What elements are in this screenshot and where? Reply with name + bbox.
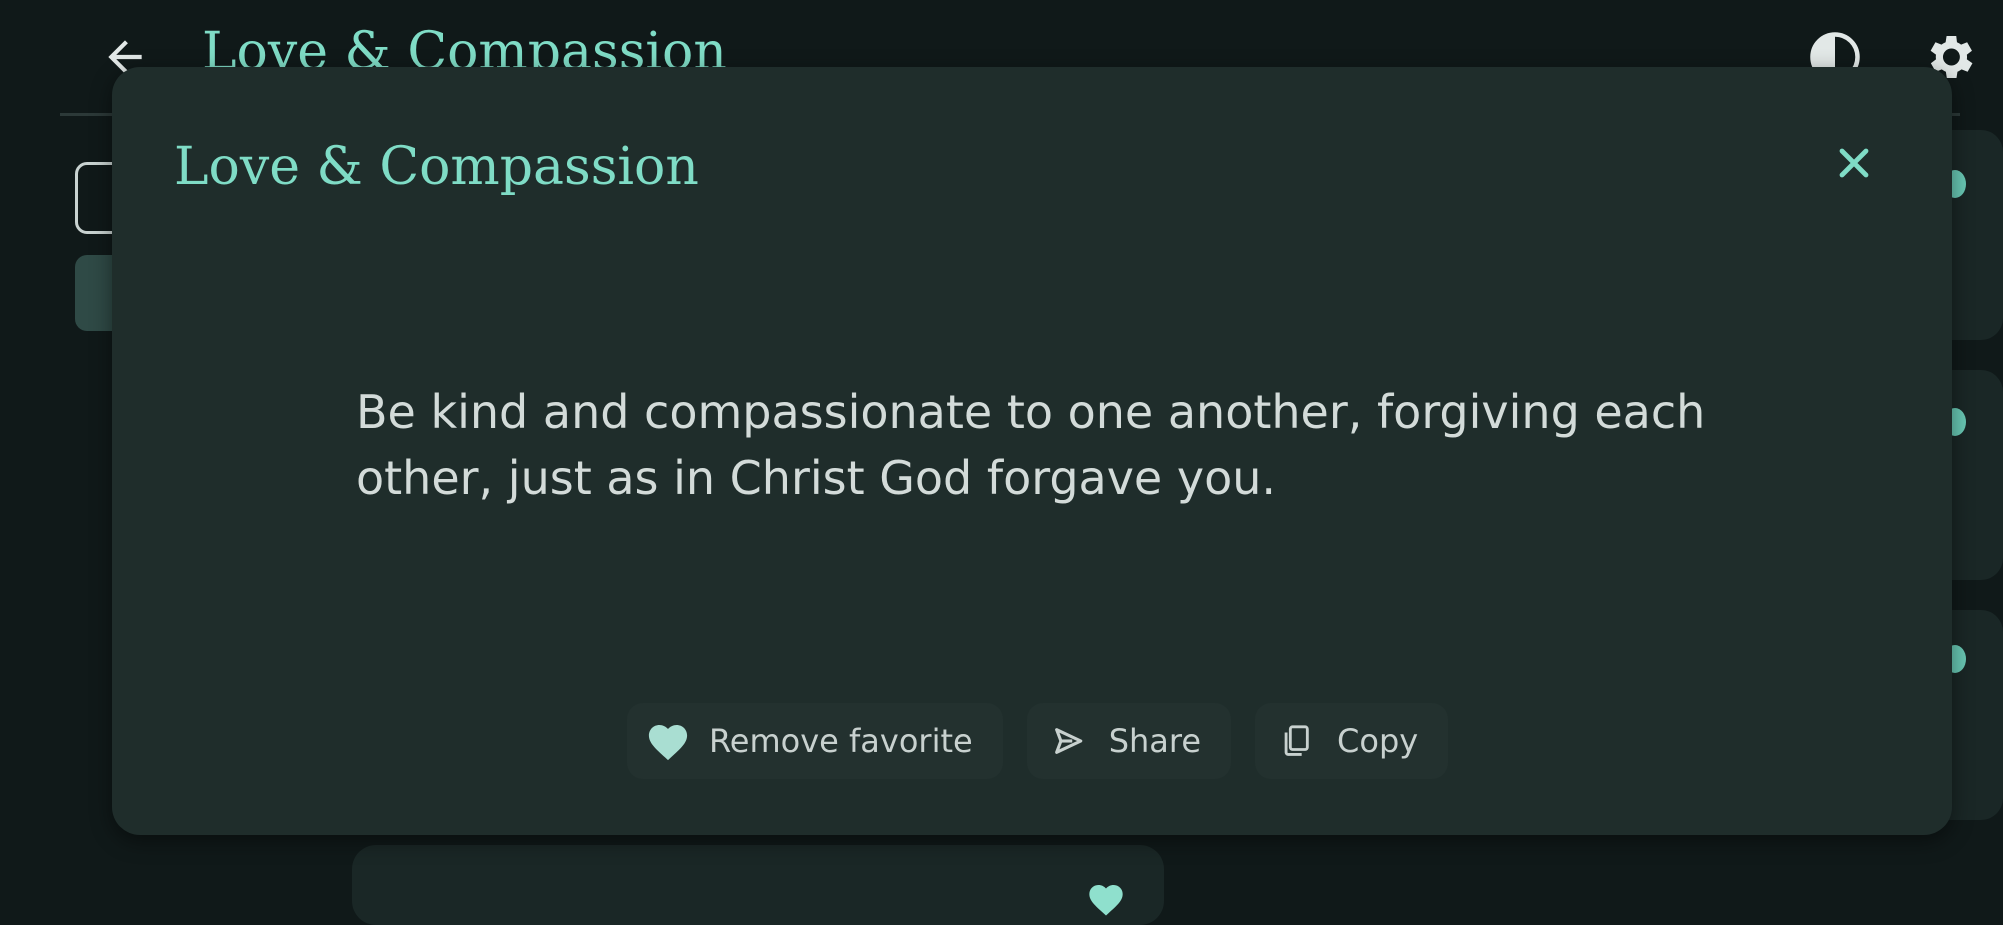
close-icon[interactable] [1830, 139, 1878, 187]
heart-icon[interactable] [1080, 880, 1132, 920]
remove-favorite-label: Remove favorite [709, 722, 973, 760]
quote-text: Be kind and compassionate to one another… [356, 385, 1706, 505]
quote-dialog: Love & Compassion Be kind and compassion… [112, 67, 1952, 835]
dialog-actions: Remove favorite Share Copy [627, 703, 1449, 779]
send-icon [1045, 718, 1091, 764]
share-label: Share [1108, 722, 1202, 760]
copy-label: Copy [1337, 722, 1419, 760]
share-button[interactable]: Share [1026, 703, 1232, 779]
remove-favorite-button[interactable]: Remove favorite [627, 703, 1003, 779]
copy-button[interactable]: Copy [1255, 703, 1449, 779]
copy-icon [1273, 718, 1319, 764]
dialog-title: Love & Compassion [174, 137, 699, 197]
list-item[interactable] [352, 845, 1164, 925]
heart-icon [645, 718, 691, 764]
